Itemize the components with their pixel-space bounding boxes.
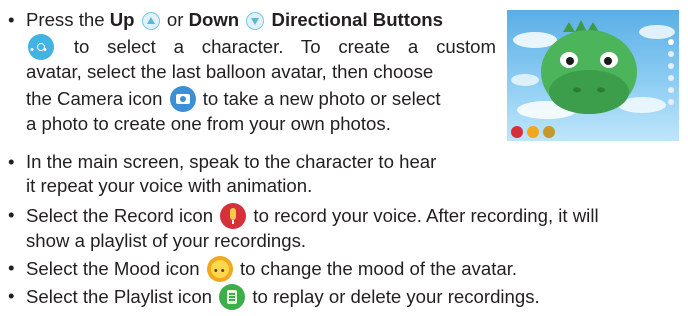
paragraph-main-screen: In the main screen, speak to the charact… xyxy=(26,150,506,198)
camera-icon xyxy=(169,86,196,112)
dinosaur-avatar xyxy=(541,20,637,114)
paragraph-playlist: Select the Playlist icon to replay or de… xyxy=(26,284,686,310)
side-menu-dots xyxy=(668,39,674,105)
text: to record your voice. After recording, i… xyxy=(253,205,599,226)
up-label: Up xyxy=(109,9,135,30)
bullet: • xyxy=(8,9,15,30)
bullet: • xyxy=(8,285,15,306)
text: In the main screen, speak to the charact… xyxy=(26,151,437,172)
text: Select the Playlist icon xyxy=(26,286,213,307)
text: to replay or delete your recordings. xyxy=(252,286,540,307)
bullet: • xyxy=(8,204,15,225)
text: to take a new photo or select xyxy=(202,88,441,109)
text: the Camera icon xyxy=(26,88,163,109)
paragraph-select-character: Press the Up or Down Directional Buttons… xyxy=(26,8,496,136)
record-microphone-icon xyxy=(220,203,247,229)
up-arrow-icon xyxy=(141,12,160,30)
text: it repeat your voice with animation. xyxy=(26,175,313,196)
text: show a playlist of your recordings. xyxy=(26,230,307,251)
paragraph-record: Select the Record icon to record your vo… xyxy=(26,203,686,253)
directional-buttons-label: Directional Buttons xyxy=(271,9,443,30)
text: to change the mood of the avatar. xyxy=(240,258,518,279)
mood-face-icon xyxy=(206,256,233,283)
bottom-toolbar-icons xyxy=(511,126,555,138)
text: a photo to create one from your own phot… xyxy=(26,113,391,134)
bullet: • xyxy=(8,257,15,278)
text: to select a character. To create a custo… xyxy=(73,36,496,57)
avatar-scene-illustration xyxy=(511,20,675,138)
paragraph-mood: Select the Mood icon to change the mood … xyxy=(26,256,686,283)
text: Press the xyxy=(26,9,110,30)
bullet: • xyxy=(8,151,15,172)
device-screen-thumbnail xyxy=(507,10,679,141)
text: avatar, select the last balloon avatar, … xyxy=(26,61,434,82)
down-label: Down xyxy=(188,9,240,30)
text: Select the Record icon xyxy=(26,205,214,226)
text: Select the Mood icon xyxy=(26,258,200,279)
text: or xyxy=(166,9,189,30)
playlist-icon xyxy=(219,284,246,310)
directional-pad-icon xyxy=(28,34,54,62)
down-arrow-icon xyxy=(246,12,265,30)
